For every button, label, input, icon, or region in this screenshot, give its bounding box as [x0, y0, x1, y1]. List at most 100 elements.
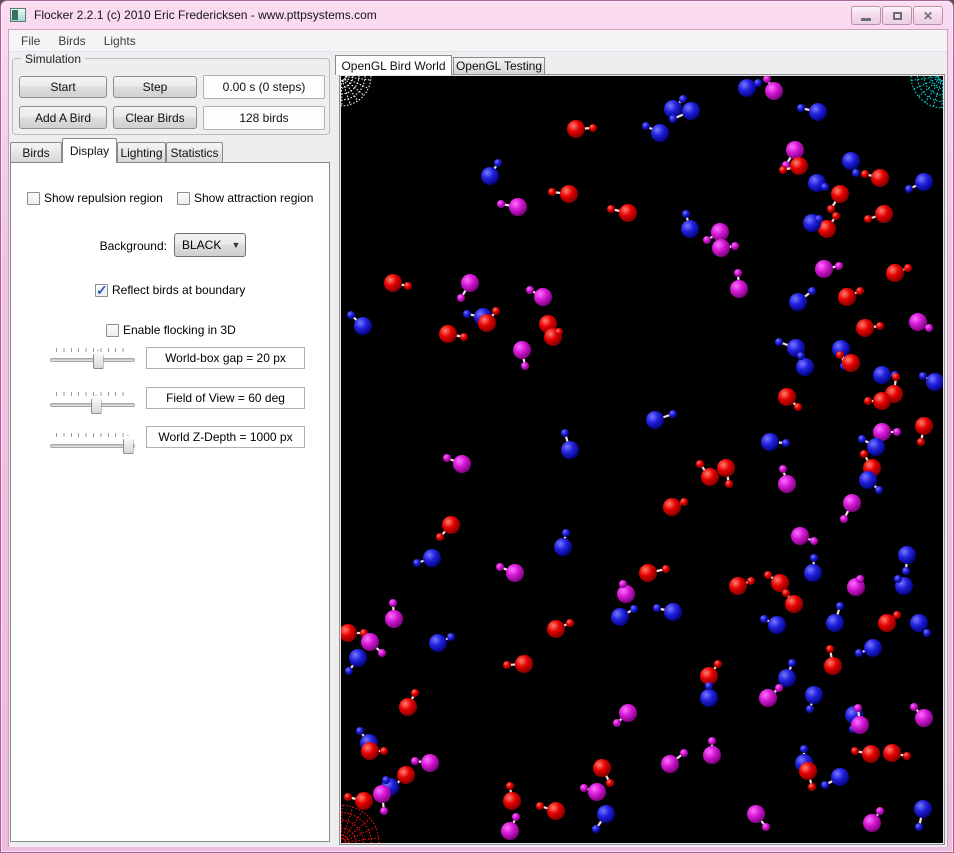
- flocking-3d-checkbox[interactable]: [106, 324, 119, 337]
- corner-wireframe-sphere: [341, 76, 372, 107]
- bird: [910, 703, 933, 727]
- bird: [554, 529, 572, 556]
- maximize-icon: [892, 11, 902, 20]
- bird: [799, 762, 817, 791]
- window-controls: ✕: [850, 6, 943, 25]
- step-button[interactable]: Step: [113, 76, 197, 98]
- zdepth-value: World Z-Depth = 1000 px: [146, 426, 305, 448]
- start-button[interactable]: Start: [19, 76, 107, 98]
- reflect-boundary-checkbox[interactable]: [95, 282, 108, 299]
- bird: [919, 372, 943, 391]
- menu-file[interactable]: File: [12, 31, 49, 51]
- tab-statistics[interactable]: Statistics: [166, 142, 223, 163]
- bird: [536, 802, 565, 820]
- bird: [681, 210, 699, 238]
- bird: [639, 564, 670, 582]
- fov-slider-thumb[interactable]: [90, 395, 102, 414]
- show-repulsion-checkbox[interactable]: [27, 192, 40, 205]
- tab-opengl-bird-world[interactable]: OpenGL Bird World: [335, 55, 452, 75]
- bird: [815, 260, 843, 278]
- bird: [914, 800, 932, 831]
- show-attraction-checkbox[interactable]: [177, 192, 190, 205]
- worldbox-gap-slider-ticks: [56, 348, 130, 352]
- window-title: Flocker 2.2.1 (c) 2010 Eric Fredericksen…: [34, 8, 377, 22]
- bird: [759, 684, 783, 707]
- bird: [894, 575, 913, 595]
- background-label: Background:: [99, 239, 167, 253]
- bird: [345, 649, 367, 675]
- corner-wireframe-sphere: [910, 76, 943, 109]
- bird: [646, 410, 677, 429]
- bird: [864, 392, 891, 410]
- bird: [661, 749, 688, 773]
- bird: [503, 655, 533, 673]
- menu-birds[interactable]: Birds: [49, 31, 94, 51]
- bird: [861, 169, 889, 187]
- bird: [730, 269, 748, 298]
- clear-birds-button[interactable]: Clear Birds: [113, 106, 197, 129]
- bird: [544, 328, 563, 346]
- bird: [791, 527, 818, 545]
- opengl-bird-world-canvas[interactable]: [341, 76, 943, 843]
- bird: [411, 754, 439, 772]
- bird: [886, 264, 912, 282]
- bird: [361, 742, 388, 760]
- bird: [747, 805, 770, 831]
- bird: [856, 319, 884, 337]
- add-bird-button[interactable]: Add A Bird: [19, 106, 107, 129]
- tab-display[interactable]: Display: [62, 138, 117, 163]
- worldbox-gap-slider-thumb[interactable]: [92, 350, 104, 369]
- close-icon: ✕: [922, 8, 934, 23]
- bird: [613, 704, 637, 727]
- bird: [592, 805, 615, 833]
- maximize-button[interactable]: [882, 6, 912, 25]
- bird: [696, 460, 719, 486]
- background-dropdown[interactable]: BLACK ▼: [174, 233, 246, 257]
- minimize-button[interactable]: [851, 6, 881, 25]
- worldbox-gap-value: World-box gap = 20 px: [146, 347, 305, 369]
- tab-opengl-testing[interactable]: OpenGL Testing: [453, 57, 545, 75]
- bird: [436, 516, 460, 541]
- bird: [567, 120, 597, 138]
- bird: [593, 759, 614, 787]
- bird: [611, 605, 638, 626]
- bird: [561, 429, 579, 459]
- bird: [826, 602, 844, 632]
- show-repulsion-label: Show repulsion region: [44, 191, 163, 205]
- simulation-groupbox: Simulation Start Step 0.00 s (0 steps) A…: [12, 52, 330, 135]
- bird: [717, 459, 735, 488]
- bird: [385, 599, 403, 628]
- bird: [344, 792, 373, 810]
- bird: [738, 79, 762, 97]
- bird: [909, 313, 933, 332]
- bird: [700, 660, 722, 685]
- menu-bar: File Birds Lights: [9, 30, 947, 52]
- minimize-icon: [861, 17, 871, 21]
- menu-lights[interactable]: Lights: [95, 31, 145, 51]
- bird: [883, 744, 911, 762]
- bird: [496, 563, 524, 582]
- bird: [804, 554, 822, 582]
- bird: [580, 783, 606, 801]
- bird: [729, 577, 755, 595]
- bird: [413, 549, 441, 567]
- title-bar[interactable]: Flocker 2.2.1 (c) 2010 Eric Fredericksen…: [1, 1, 953, 29]
- bird: [778, 465, 796, 493]
- bird: [763, 76, 783, 100]
- bird: [497, 198, 527, 216]
- zdepth-slider-thumb[interactable]: [122, 435, 134, 454]
- bird: [797, 103, 827, 121]
- bird: [439, 325, 468, 343]
- tab-birds[interactable]: Birds: [10, 142, 62, 163]
- bird: [347, 311, 372, 335]
- bird: [761, 433, 790, 451]
- zdepth-slider-track[interactable]: [50, 444, 135, 448]
- bird: [878, 611, 901, 632]
- bird: [607, 204, 637, 222]
- bird: [513, 341, 531, 370]
- bird: [642, 122, 669, 142]
- close-button[interactable]: ✕: [913, 6, 943, 25]
- bird: [501, 813, 520, 840]
- tab-lighting[interactable]: Lighting: [117, 142, 166, 163]
- background-dropdown-value: BLACK: [182, 238, 222, 252]
